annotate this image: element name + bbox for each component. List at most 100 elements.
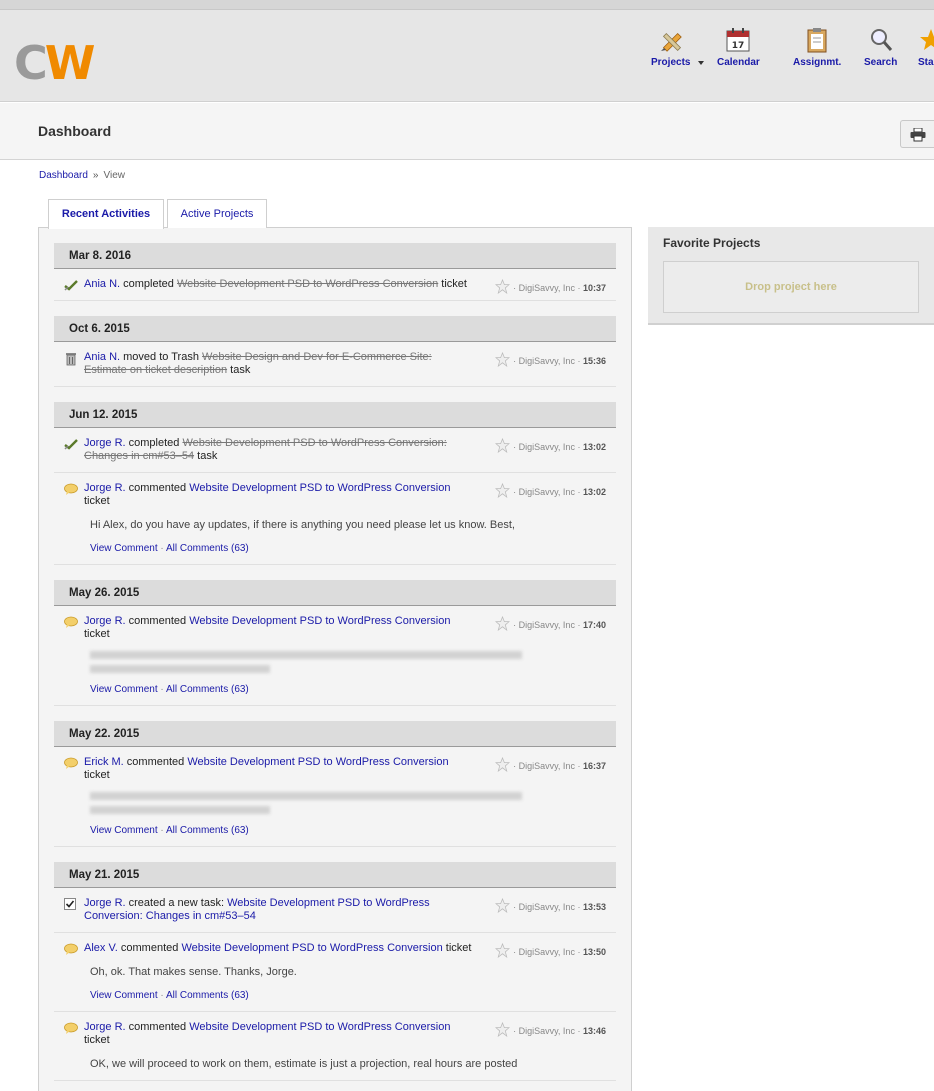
activity-verb: commented — [126, 756, 185, 768]
user-link[interactable]: Jorge R. — [84, 1021, 126, 1033]
activity-meta: · DigiSavvy, Inc · 16:37 — [495, 757, 606, 773]
activity-type: task — [230, 364, 251, 376]
comment-excerpt: OK, we will proceed to work on them, est… — [90, 1058, 518, 1070]
activity-day: Jun 12. 2015 Jorge R. completed Website D… — [54, 402, 616, 565]
star-icon — [920, 29, 934, 50]
nav-search[interactable]: Search — [864, 26, 897, 68]
activity-type: task — [197, 450, 218, 462]
activity-day: May 22. 2015 Erick M. commented Website D… — [54, 721, 616, 847]
chevron-down-icon[interactable] — [698, 61, 704, 65]
activity-text: Ania N. completed Website Development PS… — [84, 278, 476, 291]
favorite-star-icon[interactable] — [495, 898, 511, 913]
activity-day: May 21. 2015 Jorge R. created a new task:… — [54, 862, 616, 1081]
activity-target-link[interactable]: Website Development PSD to WordPress Con… — [181, 942, 442, 954]
magnifier-icon — [870, 29, 892, 51]
favorite-star-icon[interactable] — [495, 616, 511, 631]
user-link[interactable]: Ania N. — [84, 278, 120, 290]
favorite-star-icon[interactable] — [495, 757, 511, 772]
activity-time: 13:02 — [582, 487, 606, 497]
user-link[interactable]: Jorge R. — [84, 897, 126, 909]
view-comment-link[interactable]: View Comment — [90, 990, 158, 1001]
favorite-star-icon[interactable] — [495, 438, 511, 453]
print-button[interactable] — [900, 120, 934, 148]
user-link[interactable]: Jorge R. — [84, 615, 126, 627]
activity-verb: commented — [128, 1021, 187, 1033]
nav-starred-label: Sta — [918, 57, 934, 68]
breadcrumb-dashboard-link[interactable]: Dashboard — [39, 170, 88, 181]
activity-type: ticket — [445, 942, 472, 954]
day-header: Oct 6. 2015 — [54, 316, 616, 342]
comment-excerpt: Oh, ok. That makes sense. Thanks, Jorge. — [90, 966, 297, 978]
activity-type: ticket — [84, 628, 110, 640]
activity-item: Jorge R. commented Website Development P… — [54, 606, 616, 706]
user-link[interactable]: Jorge R. — [84, 482, 126, 494]
comment-icon — [64, 1022, 78, 1034]
activity-meta: · DigiSavvy, Inc · 13:53 — [495, 898, 606, 914]
activity-type: ticket — [441, 278, 467, 290]
activity-type: ticket — [84, 1034, 110, 1046]
view-comment-link[interactable]: View Comment — [90, 543, 158, 554]
view-comment-link[interactable]: View Comment — [90, 684, 158, 695]
activity-time: 10:37 — [582, 283, 606, 293]
day-header: Mar 8. 2016 — [54, 243, 616, 269]
all-comments-link[interactable]: All Comments (63) — [166, 543, 249, 554]
favorite-star-icon[interactable] — [495, 352, 511, 367]
company-name: · DigiSavvy, Inc · — [513, 356, 581, 366]
breadcrumb-current: View — [103, 170, 125, 181]
comment-links: View Comment · All Comments (63) — [90, 990, 249, 1001]
activity-time: 17:40 — [582, 620, 606, 630]
user-link[interactable]: Ania N. — [84, 351, 120, 363]
activity-item: Jorge R. commented Website Development P… — [54, 473, 616, 565]
activity-item: Ania N. moved to Trash Website Design an… — [54, 342, 616, 387]
company-name: · DigiSavvy, Inc · — [513, 761, 581, 771]
company-name: · DigiSavvy, Inc · — [513, 283, 581, 293]
activity-text: Jorge R. created a new task: Website Dev… — [84, 897, 476, 923]
activity-target-link[interactable]: Website Development PSD to WordPress Con… — [189, 615, 450, 627]
nav-search-label: Search — [864, 57, 898, 68]
user-link[interactable]: Alex V. — [84, 942, 118, 954]
view-comment-link[interactable]: View Comment — [90, 825, 158, 836]
nav-assignments[interactable]: Assignmt. — [793, 26, 841, 68]
all-comments-link[interactable]: All Comments (63) — [166, 990, 249, 1001]
breadcrumb: Dashboard » View — [39, 170, 125, 181]
activity-target-completed: Website Development PSD to WordPress Con… — [176, 278, 439, 290]
favorite-drop-zone[interactable]: Drop project here — [663, 261, 919, 313]
activity-target-link[interactable]: Website Development PSD to WordPress Con… — [189, 1021, 450, 1033]
activity-panel: Mar 8. 2016 Ania N. completed Website Dev… — [38, 227, 632, 1091]
nav-projects[interactable]: Projects — [651, 26, 690, 68]
tab-recent-activities[interactable]: Recent Activities — [48, 199, 164, 229]
activity-list: Mar 8. 2016 Ania N. completed Website Dev… — [39, 243, 631, 1081]
comment-links: View Comment · All Comments (63) — [90, 684, 249, 695]
all-comments-link[interactable]: All Comments (63) — [166, 825, 249, 836]
activity-target-link[interactable]: Website Development PSD to WordPress Con… — [187, 756, 448, 768]
nav-calendar[interactable]: 17 Calendar — [717, 26, 760, 68]
printer-icon — [910, 128, 926, 142]
activity-time: 16:37 — [582, 761, 606, 771]
activity-target-link[interactable]: Website Development PSD to WordPress Con… — [189, 482, 450, 494]
company-name: · DigiSavvy, Inc · — [513, 442, 581, 452]
user-link[interactable]: Erick M. — [84, 756, 124, 768]
tab-active-projects[interactable]: Active Projects — [167, 199, 267, 228]
page-titlebar: Dashboard — [0, 103, 934, 160]
favorite-star-icon[interactable] — [495, 1022, 511, 1037]
activity-text: Erick M. commented Website Development P… — [84, 756, 476, 782]
favorite-star-icon[interactable] — [495, 943, 511, 958]
favorite-star-icon[interactable] — [495, 279, 511, 294]
comment-icon — [64, 943, 78, 955]
page-title: Dashboard — [38, 123, 112, 139]
user-link[interactable]: Jorge R. — [84, 437, 126, 449]
favorite-projects-box: Favorite Projects Drop project here — [648, 227, 934, 325]
activity-time: 13:53 — [582, 902, 606, 912]
all-comments-link[interactable]: All Comments (63) — [166, 684, 249, 695]
day-header: May 21. 2015 — [54, 862, 616, 888]
activity-day: Mar 8. 2016 Ania N. completed Website Dev… — [54, 243, 616, 301]
trash-icon — [64, 352, 78, 366]
day-header: May 26. 2015 — [54, 580, 616, 606]
activity-text: Jorge R. commented Website Development P… — [84, 482, 476, 508]
nav-starred[interactable]: Sta — [918, 26, 934, 68]
activity-type: ticket — [84, 769, 110, 781]
day-header: Jun 12. 2015 — [54, 402, 616, 428]
day-header: May 22. 2015 — [54, 721, 616, 747]
company-name: · DigiSavvy, Inc · — [513, 620, 581, 630]
favorite-star-icon[interactable] — [495, 483, 511, 498]
